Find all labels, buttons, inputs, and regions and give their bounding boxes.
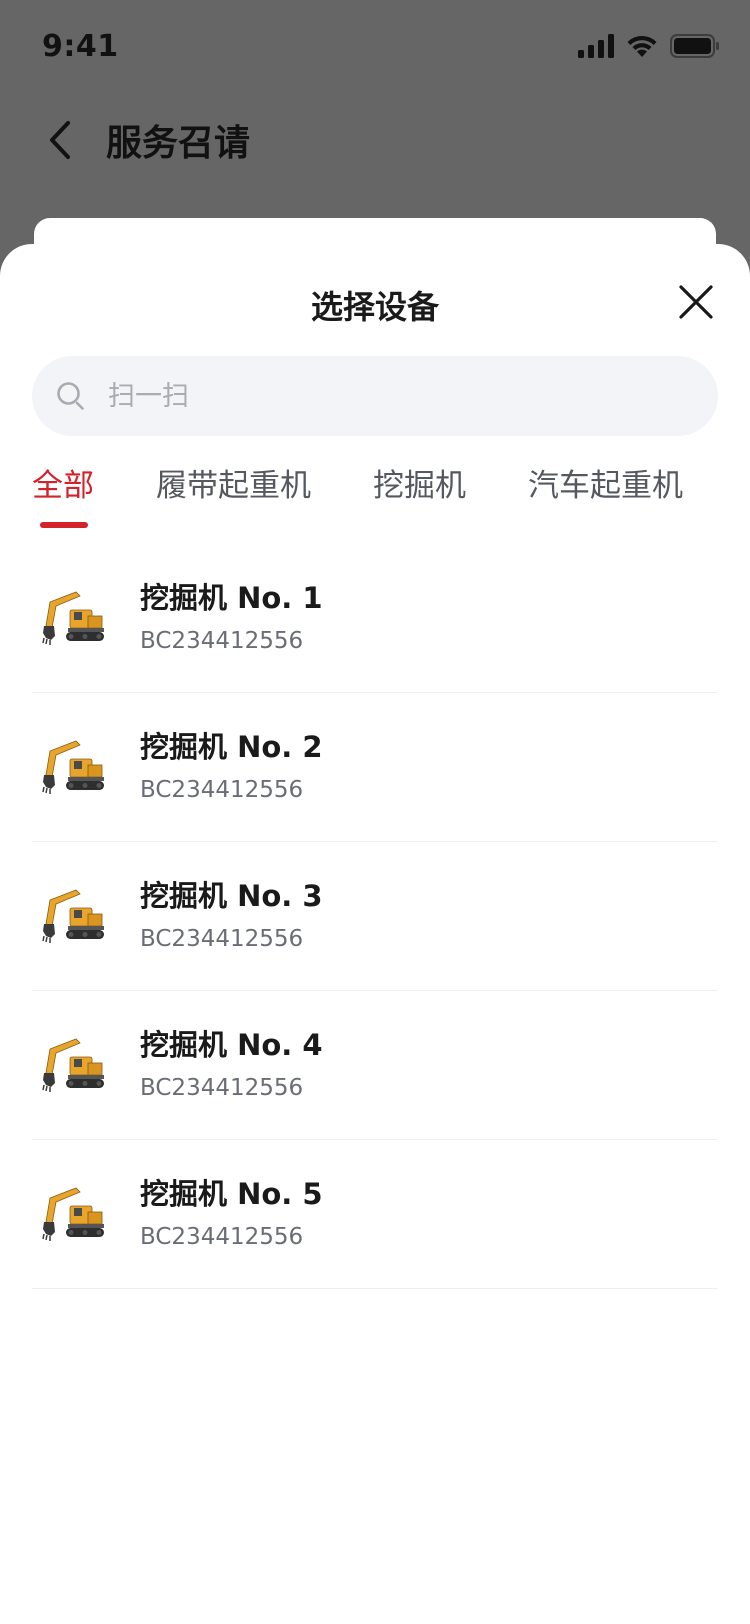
close-icon: [678, 284, 714, 324]
status-bar: 9:41: [0, 0, 750, 92]
device-info: 挖掘机 No. 5 BC234412556: [140, 1174, 323, 1254]
excavator-image: [42, 591, 104, 645]
excavator-image: [42, 740, 104, 794]
excavator-image: [42, 1038, 104, 1092]
sheet-header: 选择设备: [0, 244, 750, 354]
wifi-icon: [626, 34, 658, 58]
device-name: 挖掘机 No. 4: [140, 1028, 323, 1062]
device-name: 挖掘机 No. 5: [140, 1177, 323, 1211]
tab-label: 全部: [32, 468, 94, 504]
device-list: 挖掘机 No. 1 BC234412556 挖掘机 No. 2 BC234412…: [32, 544, 718, 1289]
tab-label: 挖掘机: [373, 468, 466, 504]
tab-crawler-crane[interactable]: 履带起重机: [156, 462, 311, 510]
device-code: BC234412556: [140, 777, 304, 803]
device-info: 挖掘机 No. 3 BC234412556: [140, 876, 323, 956]
status-time: 9:41: [42, 28, 119, 64]
search-input[interactable]: [108, 380, 668, 412]
device-code: BC234412556: [140, 926, 304, 952]
device-code: BC234412556: [140, 628, 304, 654]
device-code: BC234412556: [140, 1075, 304, 1101]
list-item[interactable]: 挖掘机 No. 2 BC234412556: [32, 693, 718, 842]
device-name: 挖掘机 No. 1: [140, 581, 323, 615]
tab-all[interactable]: 全部: [32, 462, 94, 528]
device-name: 挖掘机 No. 2: [140, 730, 323, 764]
category-tabs: 全部 履带起重机 挖掘机 汽车起重机: [0, 462, 750, 532]
device-code: BC234412556: [140, 1224, 304, 1250]
list-item[interactable]: 挖掘机 No. 1 BC234412556: [32, 544, 718, 693]
service-call-page: 9:41 服务召请 选择设备 扫一扫 全部 履带起重机 挖掘机 汽车起重机 挖掘…: [0, 0, 750, 1624]
search-bar[interactable]: [32, 356, 718, 436]
excavator-image: [42, 889, 104, 943]
chevron-left-icon[interactable]: [40, 116, 80, 164]
sheet-title: 选择设备: [310, 288, 439, 326]
select-device-sheet: 选择设备 全部: [0, 244, 750, 1624]
tab-label: 履带起重机: [156, 468, 311, 504]
list-item[interactable]: 挖掘机 No. 4 BC234412556: [32, 991, 718, 1140]
device-info: 挖掘机 No. 1 BC234412556: [140, 578, 323, 658]
excavator-image: [42, 1187, 104, 1241]
device-info: 挖掘机 No. 2 BC234412556: [140, 727, 323, 807]
status-icons: [578, 34, 720, 58]
tab-label: 汽车起重机: [528, 468, 683, 504]
list-item[interactable]: 挖掘机 No. 5 BC234412556: [32, 1140, 718, 1289]
close-button[interactable]: [672, 280, 720, 328]
nav-bar: 服务召请: [0, 96, 750, 184]
page-title: 服务召请: [106, 123, 251, 164]
device-info: 挖掘机 No. 4 BC234412556: [140, 1025, 323, 1105]
device-name: 挖掘机 No. 3: [140, 879, 323, 913]
battery-icon: [670, 34, 720, 58]
tab-truck-crane[interactable]: 汽车起重机: [528, 462, 683, 510]
active-tab-indicator: [40, 522, 88, 528]
search-icon: [54, 379, 88, 413]
tab-excavator[interactable]: 挖掘机: [373, 462, 466, 510]
list-item[interactable]: 挖掘机 No. 3 BC234412556: [32, 842, 718, 991]
signal-icon: [578, 34, 614, 58]
